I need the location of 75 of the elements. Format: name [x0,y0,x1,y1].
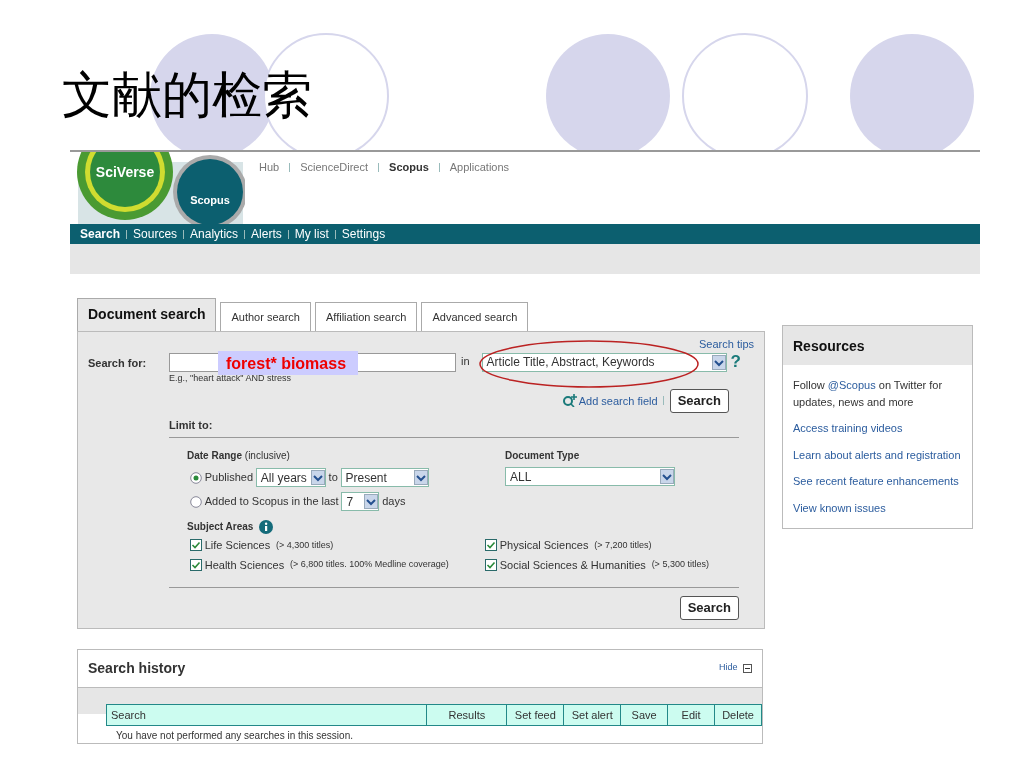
magnifier-plus-icon [563,394,578,408]
search-tips-link[interactable]: Search tips [698,336,754,353]
annotation-label: forest* biomass [218,350,358,375]
empty-message: You have not performed any searches in this session. [115,729,354,743]
option-label: Published [204,470,254,486]
site-link[interactable]: ScienceDirect [300,159,369,176]
resource-link[interactable]: See recent feature enhancements [783,473,972,490]
column-header[interactable]: Save [620,704,668,725]
nav-link[interactable]: My list [294,225,329,243]
site-link[interactable]: Applications [449,159,510,176]
caret-icon [413,470,428,485]
subject-label: Life Sciences [204,538,271,553]
dropdown[interactable]: ALL [505,467,675,486]
in-label: in [461,353,470,369]
column-header[interactable]: Edit [667,704,715,725]
search-button[interactable]: Search [669,389,729,413]
column-header[interactable]: Set feed [506,704,564,725]
tab[interactable]: Author search [220,301,311,331]
caret-icon [364,494,379,509]
radio-button[interactable] [190,495,202,508]
site-link[interactable]: Hub [259,159,280,176]
caret-icon [660,469,674,484]
to-label: to [328,470,338,486]
resource-link[interactable]: View known issues [783,499,972,516]
tab[interactable]: Document search [77,298,217,331]
search-for-label: Search for: [88,355,148,371]
collapse-icon[interactable] [743,663,752,673]
subject-note: (> 4,300 titles) [275,538,334,552]
option-label: Added to Scopus in the last [204,494,339,510]
checkbox[interactable] [485,539,497,552]
subject-label: Physical Sciences [499,538,589,553]
nav-link[interactable]: Settings [341,225,386,243]
subject-label: Social Sciences & Humanities [499,557,646,573]
resources-title: Resources [783,326,972,365]
follow-text: Follow @Scopus on Twitter for updates, news and more [792,378,944,410]
column-header[interactable]: Delete [714,704,761,725]
subject-label: Health Sciences [204,557,285,573]
resource-link[interactable]: Access training videos [783,420,972,437]
column-header[interactable]: Results [426,704,507,725]
site-link[interactable]: Scopus [389,159,429,176]
slide-title: 文献的检索 [62,70,312,120]
nav-link[interactable]: Search [80,225,121,243]
subject-areas-label: Subject Areas [187,520,254,534]
subject-note: (> 7,200 titles) [594,538,652,552]
info-icon[interactable] [258,519,273,534]
limit-label: Limit to: [169,417,214,433]
resource-link[interactable]: Learn about alerts and registration [783,446,972,463]
search-button[interactable]: Search [679,596,739,620]
caret-icon [711,354,726,370]
radio-button[interactable] [190,471,202,484]
twitter-link[interactable]: @Scopus [827,379,876,391]
hide-link[interactable]: Hide [719,661,738,675]
column-header[interactable]: Search [107,704,427,725]
dropdown[interactable]: All years [255,468,326,487]
checkbox[interactable] [190,539,202,552]
days-label: days [382,494,406,510]
document-type-label: Document Type [505,449,581,463]
checkbox[interactable] [485,558,497,571]
dropdown[interactable]: Article Title, Abstract, Keywords [481,352,727,372]
dropdown[interactable]: Present [340,468,429,487]
history-title: Search history [88,658,186,678]
tab[interactable]: Affiliation search [314,301,418,331]
checkbox[interactable] [190,558,202,571]
dropdown[interactable]: 7 [341,492,380,511]
subject-note: (> 5,300 titles) [651,558,709,571]
nav-link[interactable]: Analytics [190,225,239,243]
tab[interactable]: Advanced search [421,301,529,331]
subject-note: (> 6,800 titles. 100% Medline coverage) [290,558,449,571]
column-header[interactable]: Set alert [563,704,621,725]
nav-link[interactable]: Alerts [251,225,282,243]
date-range-label: Date Range (inclusive) [187,449,291,463]
caret-icon [310,470,325,485]
add-search-field-link[interactable]: Add search field [578,392,658,409]
help-icon[interactable]: ? [730,352,741,370]
nav-link[interactable]: Sources [133,225,178,243]
